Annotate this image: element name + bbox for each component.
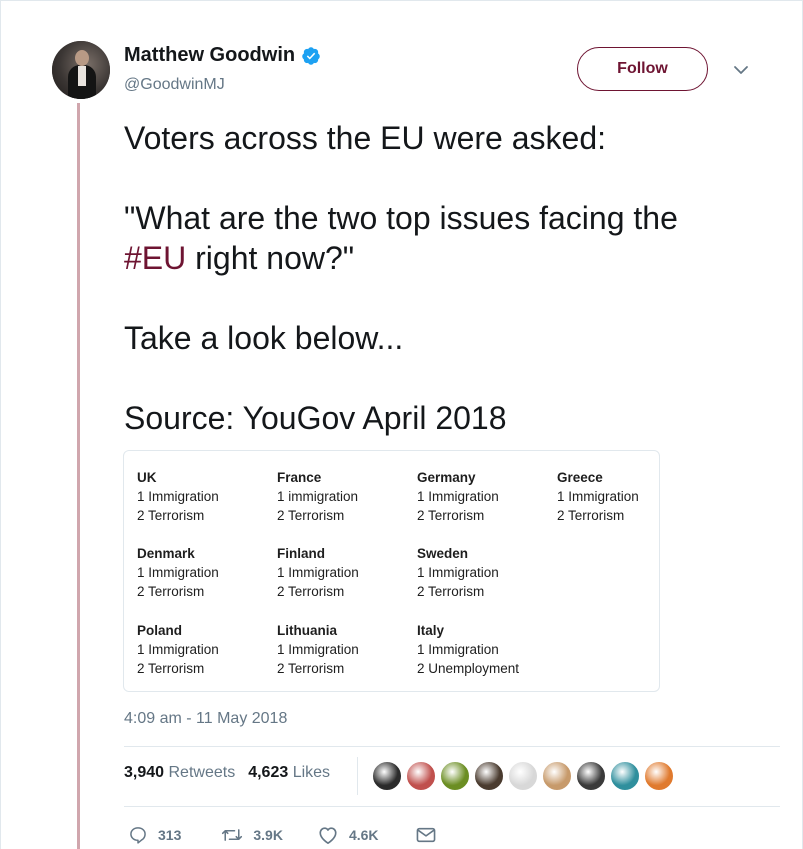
country-issue: 2 Terrorism — [277, 584, 345, 599]
like-action[interactable]: 4.6K — [317, 825, 379, 845]
tweet-text: Voters across the EU were asked: "What a… — [124, 118, 764, 438]
retweets-label: Retweets — [168, 764, 236, 781]
country-block-finland: Finland 1 Immigration 2 Terrorism — [277, 544, 359, 601]
country-issue: 1 Immigration — [277, 642, 359, 657]
liker-avatar[interactable] — [576, 761, 606, 791]
country-issue: 1 Immigration — [417, 565, 499, 580]
country-name: Denmark — [137, 546, 195, 561]
country-issue: 2 Terrorism — [557, 508, 625, 523]
country-block-italy: Italy 1 Immigration 2 Unemployment — [417, 621, 519, 678]
follow-button[interactable]: Follow — [577, 47, 708, 91]
tweet-line: Voters across the EU were asked: — [124, 120, 606, 156]
author-avatar[interactable] — [52, 41, 110, 99]
tweet-line: Take a look below... — [124, 320, 404, 356]
retweets-stat[interactable]: 3,940 Retweets — [124, 764, 235, 782]
heart-icon — [319, 827, 337, 844]
attached-image-card[interactable]: UK 1 Immigration 2 Terrorism France 1 im… — [123, 450, 660, 692]
tweet-timestamp[interactable]: 4:09 am - 11 May 2018 — [124, 710, 287, 728]
tweet-line: Source: YouGov April 2018 — [124, 400, 507, 436]
likes-label: Likes — [292, 764, 331, 781]
country-issue: 1 Immigration — [277, 565, 359, 580]
country-issue: 1 immigration — [277, 489, 359, 504]
country-block-sweden: Sweden 1 Immigration 2 Terrorism — [417, 544, 499, 601]
reply-count: 313 — [158, 827, 182, 843]
country-issue: 2 Terrorism — [417, 584, 485, 599]
country-block-greece: Greece 1 Immigration 2 Terrorism — [557, 468, 639, 525]
liker-avatar[interactable] — [644, 761, 674, 791]
country-issue: 2 Terrorism — [277, 508, 345, 523]
verified-badge-icon — [302, 46, 320, 65]
thread-line — [77, 103, 80, 849]
author-name[interactable]: Matthew Goodwin — [124, 44, 295, 67]
liker-avatar[interactable] — [406, 761, 436, 791]
country-block-denmark: Denmark 1 Immigration 2 Terrorism — [137, 544, 219, 601]
country-block-germany: Germany 1 Immigration 2 Terrorism — [417, 468, 499, 525]
country-issue: 1 Immigration — [137, 489, 219, 504]
direct-message-action[interactable] — [415, 826, 437, 844]
liker-avatar[interactable] — [610, 761, 640, 791]
country-issue: 2 Terrorism — [137, 584, 205, 599]
reply-icon — [130, 827, 146, 844]
hashtag-link[interactable]: #EU — [124, 240, 186, 276]
liker-avatar[interactable] — [508, 761, 538, 791]
tweet-stats: 3,940 Retweets 4,623 Likes — [124, 764, 330, 782]
retweet-icon — [222, 829, 243, 841]
chevron-down-icon[interactable] — [730, 62, 752, 78]
country-name: Sweden — [417, 546, 469, 561]
liker-avatar[interactable] — [474, 761, 504, 791]
country-issue: 1 Immigration — [137, 565, 219, 580]
country-issue: 1 Immigration — [417, 642, 499, 657]
divider — [124, 746, 780, 747]
country-name: Poland — [137, 623, 183, 638]
country-issue: 2 Terrorism — [417, 508, 485, 523]
liker-avatar[interactable] — [440, 761, 470, 791]
country-issue: 2 Terrorism — [277, 661, 345, 676]
retweet-action[interactable]: 3.9K — [221, 825, 283, 845]
author-name-row[interactable]: Matthew Goodwin — [124, 44, 321, 67]
like-count: 4.6K — [348, 827, 379, 843]
author-handle[interactable]: @GoodwinMJ — [124, 76, 225, 94]
country-issue: 1 Immigration — [137, 642, 219, 657]
envelope-icon — [416, 827, 435, 843]
tweet-actions: 313 3.9K 4.6K — [124, 822, 437, 848]
country-name: Italy — [417, 623, 445, 638]
reply-action[interactable]: 313 — [128, 825, 181, 845]
retweet-count: 3.9K — [253, 827, 283, 843]
country-name: Greece — [557, 470, 603, 485]
liker-avatar[interactable] — [542, 761, 572, 791]
country-block-poland: Poland 1 Immigration 2 Terrorism — [137, 621, 219, 678]
country-name: Finland — [277, 546, 325, 561]
tweet-line-rest: right now?" — [186, 240, 355, 276]
country-name: France — [277, 470, 322, 485]
country-issue: 1 Immigration — [417, 489, 499, 504]
country-block-france: France 1 immigration 2 Terrorism — [277, 468, 358, 525]
divider — [124, 806, 780, 807]
likes-stat[interactable]: 4,623 Likes — [248, 764, 330, 782]
country-issue: 2 Terrorism — [137, 508, 205, 523]
country-name: Lithuania — [277, 623, 337, 638]
country-issue: 2 Unemployment — [417, 661, 520, 676]
retweets-count: 3,940 — [124, 764, 165, 781]
country-block-uk: UK 1 Immigration 2 Terrorism — [137, 468, 219, 525]
country-issue: 2 Terrorism — [137, 661, 205, 676]
country-name: Germany — [417, 470, 476, 485]
liker-avatar[interactable] — [372, 761, 402, 791]
stats-separator — [357, 757, 358, 795]
country-block-lithuania: Lithuania 1 Immigration 2 Terrorism — [277, 621, 359, 678]
tweet-line: "What are the two top issues facing the — [124, 200, 678, 236]
likes-count: 4,623 — [248, 764, 289, 781]
liker-avatars — [372, 761, 674, 791]
country-name: UK — [137, 470, 157, 485]
tweet-line-with-hashtag: #EU right now?" — [124, 238, 764, 278]
country-issue: 1 Immigration — [557, 489, 639, 504]
